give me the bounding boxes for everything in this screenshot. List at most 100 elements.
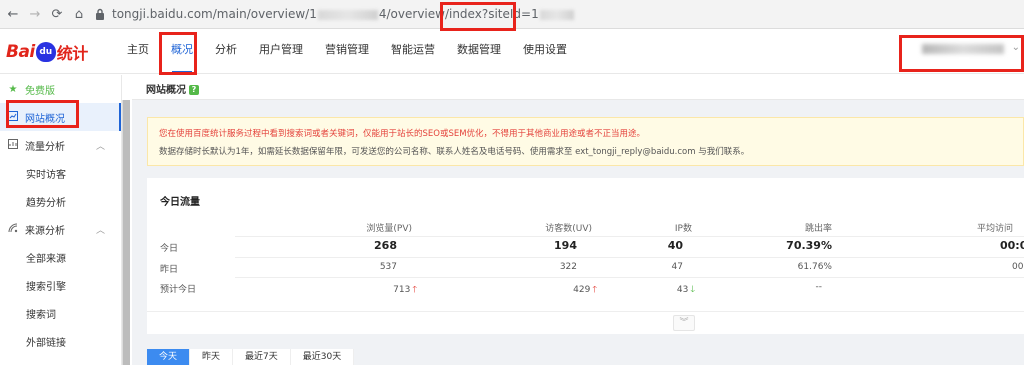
sidebar-item-label: 搜索词 (26, 309, 56, 321)
sidebar-item-free-edition[interactable]: ★ 免费版 (0, 75, 121, 103)
sidebar-item-label: 外部链接 (26, 337, 66, 349)
browser-toolbar: ← → ⟳ ⌂ tongji.baidu.com/main/overview/1… (0, 0, 1024, 29)
projected-pv-value: 713 (393, 285, 411, 295)
arrow-up-icon: 🡑 (592, 285, 597, 295)
sidebar-item-label: 流量分析 (25, 141, 65, 153)
menu-overview[interactable]: 概况 (160, 30, 204, 74)
date-range-tabs: 今天 昨天 最近7天 最近30天 (147, 349, 355, 365)
sidebar-item-label: 搜索引擎 (26, 281, 66, 293)
tab-yesterday[interactable]: 昨天 (190, 349, 234, 365)
sidebar-item-search-engines[interactable]: 搜索引擎 (0, 271, 121, 299)
chart-icon (7, 138, 19, 152)
column-header-bounce-rate: 跳出率 (804, 224, 832, 234)
today-traffic-card: 今日流量 浏览量(PV) 访客数(UV) IP数 跳出率 平均访问 今日 268… (147, 178, 1024, 334)
sidebar-item-search-words[interactable]: 搜索词 (0, 299, 121, 327)
today-avg: 00:0 (1000, 239, 1024, 252)
sidebar-item-external-links[interactable]: 外部链接 (0, 327, 121, 355)
sidebar: ★ 免费版 网站概况 流量分析 ︿ 实时访客 趋势分析 来源分析 ︿ 全部来源 … (0, 75, 122, 365)
main-content: 网站概况? 您在使用百度统计服务过程中看到搜索词或者关键词，仅能用于站长的SEO… (132, 75, 1024, 365)
overview-icon (7, 110, 19, 124)
menu-home[interactable]: 主页 (116, 30, 160, 74)
yesterday-avg: 00: (1012, 262, 1024, 272)
logo-tongji: 统计 (56, 44, 89, 63)
yesterday-uv: 322 (559, 262, 577, 272)
menu-marketing[interactable]: 营销管理 (314, 30, 380, 74)
yesterday-ip: 47 (671, 262, 683, 272)
logo-bai: Bai (6, 42, 35, 62)
reload-icon[interactable]: ⟳ (48, 5, 66, 23)
sidebar-item-site-overview[interactable]: 网站概况 (0, 103, 121, 131)
column-header-pv: 浏览量(PV) (366, 224, 412, 234)
projected-ip: 43 🡓 (645, 282, 695, 298)
sidebar-item-source-analysis[interactable]: 来源分析 ︿ (0, 215, 121, 243)
sidebar-item-traffic-analysis[interactable]: 流量分析 ︿ (0, 131, 121, 159)
sidebar-item-trend-analysis[interactable]: 趋势分析 (0, 187, 121, 215)
card-footer: ︾ (147, 311, 1024, 334)
expand-icon[interactable]: ︾ (673, 315, 695, 331)
forward-icon[interactable]: → (26, 5, 44, 23)
today-bounce: 70.39% (786, 239, 832, 252)
sidebar-item-realtime-visitors[interactable]: 实时访客 (0, 159, 121, 187)
home-icon[interactable]: ⌂ (70, 5, 88, 23)
source-icon (7, 223, 19, 236)
menu-settings[interactable]: 使用设置 (512, 30, 578, 74)
column-header-uv: 访客数(UV) (545, 224, 592, 234)
column-header-avg-duration: 平均访问 (977, 224, 1014, 234)
main-menu: 主页 概况 分析 用户管理 营销管理 智能运营 数据管理 使用设置 (116, 30, 578, 74)
page-title: 网站概况? (146, 81, 199, 96)
baidu-tongji-logo[interactable]: Bai du 统计 (6, 39, 88, 65)
notice-info-text: 数据存储时长默认为1年，如需延长数据保留年限，可发送您的公司名称、联系人姓名及电… (159, 147, 750, 157)
address-bar[interactable]: tongji.baidu.com/main/overview/1 4/overvi… (94, 3, 1024, 25)
projected-uv-value: 429 (573, 285, 591, 295)
card-title: 今日流量 (160, 197, 200, 208)
sidebar-item-label: 网站概况 (25, 113, 65, 125)
sidebar-scrollbar[interactable] (122, 100, 130, 365)
chevron-up-icon: ︿ (95, 142, 105, 152)
sidebar-item-label: 来源分析 (25, 225, 65, 237)
tab-last-7-days[interactable]: 最近7天 (233, 349, 291, 365)
today-pv: 268 (374, 239, 397, 252)
yesterday-pv: 537 (379, 262, 397, 272)
menu-user-management[interactable]: 用户管理 (248, 30, 314, 74)
notice-banner: 您在使用百度统计服务过程中看到搜索词或者关键词，仅能用于站长的SEO或SEM优化… (147, 117, 1024, 166)
row-divider (235, 257, 1024, 258)
tab-last-30-days[interactable]: 最近30天 (290, 349, 355, 365)
logo-paw: du (35, 42, 56, 62)
sidebar-item-label: 全部来源 (26, 253, 66, 265)
arrow-up-icon: 🡑 (412, 285, 417, 295)
back-icon[interactable]: ← (4, 5, 22, 23)
row-label-today: 今日 (160, 244, 179, 254)
user-account-menu[interactable]: ⌄ (918, 40, 1020, 60)
menu-analysis[interactable]: 分析 (204, 30, 248, 74)
sidebar-item-label: 实时访客 (26, 169, 66, 181)
logo-du: du (39, 47, 53, 57)
chevron-down-icon: ⌄ (1011, 42, 1020, 53)
column-header-ip: IP数 (674, 224, 692, 234)
url-prefix: tongji.baidu.com/main/overview/1 (112, 7, 317, 21)
redacted-username (922, 44, 1004, 54)
sidebar-item-label: 免费版 (25, 85, 55, 97)
projected-pv: 713 🡑 (367, 282, 417, 298)
menu-smart-ops[interactable]: 智能运营 (380, 30, 446, 74)
projected-ip-value: 43 (676, 285, 689, 295)
page-header: 网站概况? (132, 75, 1024, 100)
help-icon[interactable]: ? (189, 85, 199, 95)
sidebar-item-all-sources[interactable]: 全部来源 (0, 243, 121, 271)
row-divider (235, 236, 1024, 237)
today-uv: 194 (554, 239, 577, 252)
projected-uv: 429 🡑 (547, 282, 597, 298)
notice-warning-text: 您在使用百度统计服务过程中看到搜索词或者关键词，仅能用于站长的SEO或SEM优化… (159, 129, 646, 139)
row-label-projected: 预计今日 (160, 285, 197, 295)
today-ip: 40 (667, 239, 683, 252)
row-divider (235, 277, 1024, 278)
top-navigation: Bai du 统计 主页 概况 分析 用户管理 营销管理 智能运营 数据管理 使… (0, 30, 1024, 74)
star-icon: ★ (8, 83, 18, 95)
yesterday-bounce: 61.76% (797, 262, 832, 272)
menu-data-management[interactable]: 数据管理 (446, 30, 512, 74)
lock-icon (94, 8, 106, 20)
row-label-yesterday: 昨日 (160, 265, 179, 275)
tab-today[interactable]: 今天 (147, 349, 191, 365)
page-title-text: 网站概况 (146, 85, 186, 96)
sidebar-item-label: 趋势分析 (26, 197, 66, 209)
arrow-down-icon: 🡓 (690, 285, 695, 295)
